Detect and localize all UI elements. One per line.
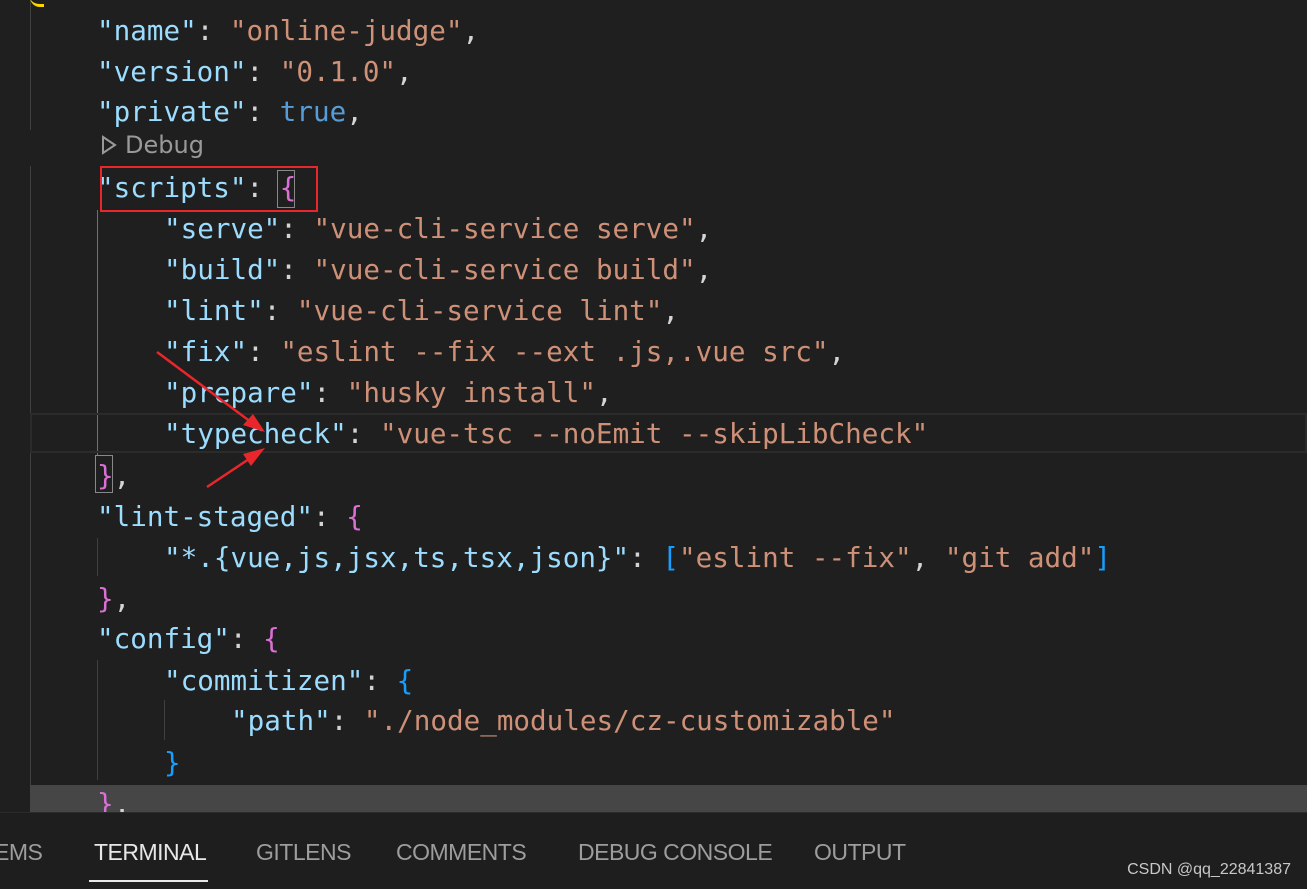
bottom-panel: EMS TERMINAL GITLENS COMMENTS DEBUG CONSOLE O…	[0, 812, 1307, 889]
active-tab-indicator	[89, 880, 208, 882]
arrow-head	[243, 414, 265, 432]
annotation-arrows	[156, 350, 265, 489]
panel-tab-comments[interactable]: COMMENTS	[396, 839, 527, 866]
arrow-head	[243, 448, 265, 466]
panel-tab-output[interactable]: OUTPUT	[814, 839, 906, 866]
panel-tab-debug-console[interactable]: DEBUG CONSOLE	[578, 839, 773, 866]
watermark: CSDN @qq_22841387	[1127, 861, 1291, 878]
panel-tab-ems[interactable]: EMS	[0, 839, 43, 866]
code-editor[interactable]: "name": "online-judge", "version": "0.1.0…	[0, 0, 1307, 812]
annotation-arrow	[156, 350, 256, 427]
panel-tab-terminal[interactable]: TERMINAL	[94, 839, 207, 866]
panel-tab-gitlens[interactable]: GITLENS	[256, 839, 351, 866]
